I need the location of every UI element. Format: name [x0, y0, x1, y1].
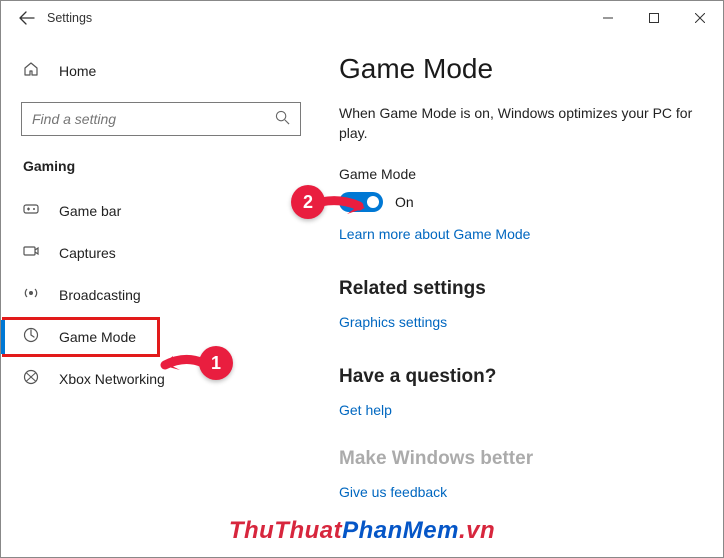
feedback-link[interactable]: Give us feedback	[339, 484, 699, 500]
sidebar-item-label: Game Mode	[59, 329, 136, 345]
home-label: Home	[59, 63, 96, 79]
close-icon	[695, 13, 705, 23]
related-settings-heading: Related settings	[339, 278, 699, 300]
callout-2-number: 2	[303, 192, 313, 213]
sidebar-item-label: Game bar	[59, 203, 121, 219]
category-heading: Gaming	[1, 154, 321, 190]
home-link[interactable]: Home	[1, 53, 321, 88]
game-bar-icon	[23, 202, 41, 220]
broadcasting-icon	[23, 285, 41, 305]
minimize-icon	[603, 13, 613, 23]
callout-2-arrow-icon	[321, 194, 365, 216]
maximize-button[interactable]	[631, 1, 677, 35]
xbox-icon	[23, 369, 41, 389]
sidebar-item-label: Captures	[59, 245, 116, 261]
maximize-icon	[649, 13, 659, 23]
graphics-settings-link[interactable]: Graphics settings	[339, 314, 699, 330]
back-button[interactable]	[9, 1, 45, 35]
sidebar-item-label: Xbox Networking	[59, 371, 165, 387]
callout-2: 2	[291, 185, 325, 219]
learn-more-link[interactable]: Learn more about Game Mode	[339, 226, 699, 242]
captures-icon	[23, 244, 41, 262]
page-title: Game Mode	[339, 53, 699, 85]
sidebar-item-game-mode[interactable]: Game Mode	[1, 316, 161, 358]
arrow-left-icon	[19, 10, 35, 26]
sidebar-item-game-bar[interactable]: Game bar	[1, 190, 321, 232]
home-icon	[23, 61, 41, 80]
search-box[interactable]	[21, 102, 301, 136]
game-mode-icon	[23, 327, 41, 347]
question-heading: Have a question?	[339, 366, 699, 388]
window-controls	[585, 1, 723, 35]
sidebar-item-label: Broadcasting	[59, 287, 141, 303]
sidebar-item-broadcasting[interactable]: Broadcasting	[1, 274, 321, 316]
search-icon	[275, 110, 290, 129]
window-title: Settings	[47, 11, 92, 25]
get-help-link[interactable]: Get help	[339, 402, 699, 418]
callout-1-arrow-icon	[159, 351, 205, 377]
minimize-button[interactable]	[585, 1, 631, 35]
close-button[interactable]	[677, 1, 723, 35]
sidebar: Home Gaming Game bar Captures Broadcasti…	[1, 35, 321, 557]
sidebar-item-captures[interactable]: Captures	[1, 232, 321, 274]
title-bar: Settings	[1, 1, 723, 35]
setting-label: Game Mode	[339, 166, 699, 182]
search-input[interactable]	[32, 111, 275, 127]
page-description: When Game Mode is on, Windows optimizes …	[339, 103, 699, 144]
toggle-state: On	[395, 194, 414, 210]
make-better-heading: Make Windows better	[339, 448, 699, 470]
content-pane: Game Mode When Game Mode is on, Windows …	[321, 35, 723, 557]
callout-1-number: 1	[211, 353, 221, 374]
